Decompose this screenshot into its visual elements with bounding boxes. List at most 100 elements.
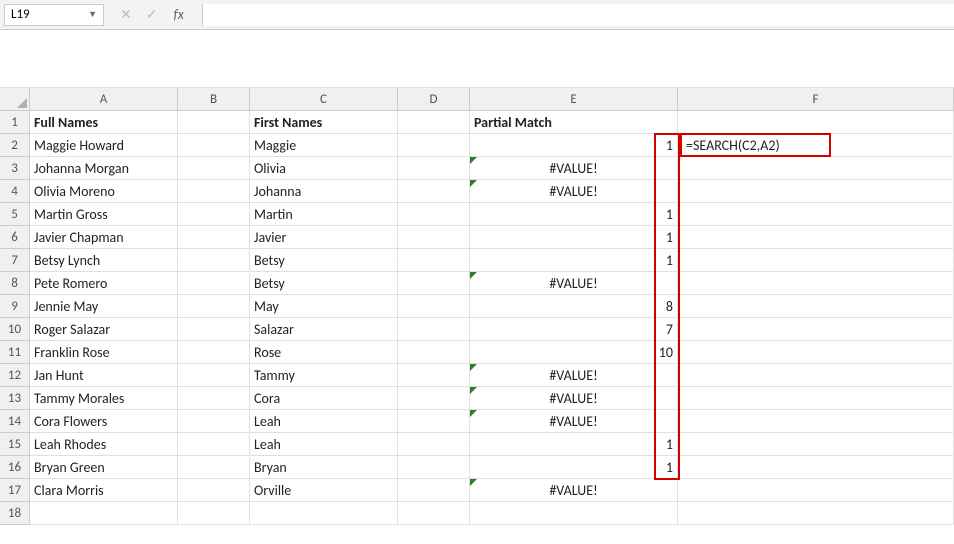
cell-C1[interactable]: First Names xyxy=(250,111,398,134)
col-header-C[interactable]: C xyxy=(250,88,398,111)
fx-icon[interactable]: fx xyxy=(173,6,183,23)
cell-B1[interactable] xyxy=(178,111,250,134)
cell-A17[interactable]: Clara Morris xyxy=(30,479,178,502)
cell-B9[interactable] xyxy=(178,295,250,318)
cell-A11[interactable]: Franklin Rose xyxy=(30,341,178,364)
cell-A8[interactable]: Pete Romero xyxy=(30,272,178,295)
cell-F3[interactable] xyxy=(678,157,954,180)
cell-B16[interactable] xyxy=(178,456,250,479)
cell-C12[interactable]: Tammy xyxy=(250,364,398,387)
cell-B7[interactable] xyxy=(178,249,250,272)
cell-D8[interactable] xyxy=(398,272,470,295)
cell-E14[interactable]: #VALUE! xyxy=(470,410,678,433)
row-header-8[interactable]: 8 xyxy=(0,272,30,295)
cell-E4[interactable]: #VALUE! xyxy=(470,180,678,203)
cell-B17[interactable] xyxy=(178,479,250,502)
cell-A2[interactable]: Maggie Howard xyxy=(30,134,178,157)
cell-A9[interactable]: Jennie May xyxy=(30,295,178,318)
cell-D16[interactable] xyxy=(398,456,470,479)
cell-D17[interactable] xyxy=(398,479,470,502)
cell-E13[interactable]: #VALUE! xyxy=(470,387,678,410)
cell-F9[interactable] xyxy=(678,295,954,318)
cell-F13[interactable] xyxy=(678,387,954,410)
cell-F7[interactable] xyxy=(678,249,954,272)
cell-B2[interactable] xyxy=(178,134,250,157)
row-header-3[interactable]: 3 xyxy=(0,157,30,180)
cell-A10[interactable]: Roger Salazar xyxy=(30,318,178,341)
cell-F1[interactable] xyxy=(678,111,954,134)
cell-E1[interactable]: Partial Match xyxy=(470,111,678,134)
cell-A14[interactable]: Cora Flowers xyxy=(30,410,178,433)
row-header-10[interactable]: 10 xyxy=(0,318,30,341)
cell-B15[interactable] xyxy=(178,433,250,456)
cell-F12[interactable] xyxy=(678,364,954,387)
cell-C4[interactable]: Johanna xyxy=(250,180,398,203)
row-header-18[interactable]: 18 xyxy=(0,502,30,525)
row-header-6[interactable]: 6 xyxy=(0,226,30,249)
cell-E6[interactable]: 1 xyxy=(470,226,678,249)
formula-input[interactable] xyxy=(202,4,954,26)
cell-C6[interactable]: Javier xyxy=(250,226,398,249)
row-header-14[interactable]: 14 xyxy=(0,410,30,433)
cell-C13[interactable]: Cora xyxy=(250,387,398,410)
cell-D9[interactable] xyxy=(398,295,470,318)
row-header-7[interactable]: 7 xyxy=(0,249,30,272)
cell-F11[interactable] xyxy=(678,341,954,364)
col-header-B[interactable]: B xyxy=(178,88,250,111)
chevron-down-icon[interactable]: ▼ xyxy=(88,9,97,20)
cell-A6[interactable]: Javier Chapman xyxy=(30,226,178,249)
row-header-12[interactable]: 12 xyxy=(0,364,30,387)
cell-E3[interactable]: #VALUE! xyxy=(470,157,678,180)
cell-C2[interactable]: Maggie xyxy=(250,134,398,157)
cell-D10[interactable] xyxy=(398,318,470,341)
row-header-11[interactable]: 11 xyxy=(0,341,30,364)
cell-D14[interactable] xyxy=(398,410,470,433)
cell-B12[interactable] xyxy=(178,364,250,387)
select-all-corner[interactable] xyxy=(0,88,30,111)
cell-C7[interactable]: Betsy xyxy=(250,249,398,272)
cell-A15[interactable]: Leah Rhodes xyxy=(30,433,178,456)
cell-C8[interactable]: Betsy xyxy=(250,272,398,295)
cell-A3[interactable]: Johanna Morgan xyxy=(30,157,178,180)
cell-F16[interactable] xyxy=(678,456,954,479)
cell-E11[interactable]: 10 xyxy=(470,341,678,364)
cell-E18[interactable] xyxy=(470,502,678,525)
cell-A1[interactable]: Full Names xyxy=(30,111,178,134)
cell-E7[interactable]: 1 xyxy=(470,249,678,272)
cell-B4[interactable] xyxy=(178,180,250,203)
row-header-4[interactable]: 4 xyxy=(0,180,30,203)
col-header-D[interactable]: D xyxy=(398,88,470,111)
col-header-F[interactable]: F xyxy=(678,88,954,111)
row-header-5[interactable]: 5 xyxy=(0,203,30,226)
row-header-17[interactable]: 17 xyxy=(0,479,30,502)
cell-A18[interactable] xyxy=(30,502,178,525)
name-box[interactable]: L19 ▼ xyxy=(4,4,104,26)
cell-E8[interactable]: #VALUE! xyxy=(470,272,678,295)
cell-E16[interactable]: 1 xyxy=(470,456,678,479)
cell-B11[interactable] xyxy=(178,341,250,364)
cell-A7[interactable]: Betsy Lynch xyxy=(30,249,178,272)
cell-B14[interactable] xyxy=(178,410,250,433)
cell-C5[interactable]: Martin xyxy=(250,203,398,226)
cell-B18[interactable] xyxy=(178,502,250,525)
cell-F18[interactable] xyxy=(678,502,954,525)
cell-F8[interactable] xyxy=(678,272,954,295)
cell-D12[interactable] xyxy=(398,364,470,387)
cell-E15[interactable]: 1 xyxy=(470,433,678,456)
cell-F10[interactable] xyxy=(678,318,954,341)
cell-C10[interactable]: Salazar xyxy=(250,318,398,341)
cancel-icon[interactable]: ✕ xyxy=(120,6,132,23)
cell-F2[interactable] xyxy=(678,134,954,157)
cell-C11[interactable]: Rose xyxy=(250,341,398,364)
spreadsheet-grid[interactable]: ABCDEF1Full NamesFirst NamesPartial Matc… xyxy=(0,88,954,525)
cell-D18[interactable] xyxy=(398,502,470,525)
cell-E12[interactable]: #VALUE! xyxy=(470,364,678,387)
col-header-A[interactable]: A xyxy=(30,88,178,111)
cell-C14[interactable]: Leah xyxy=(250,410,398,433)
cell-A5[interactable]: Martin Gross xyxy=(30,203,178,226)
cell-F17[interactable] xyxy=(678,479,954,502)
row-header-13[interactable]: 13 xyxy=(0,387,30,410)
cell-A16[interactable]: Bryan Green xyxy=(30,456,178,479)
cell-E5[interactable]: 1 xyxy=(470,203,678,226)
cell-F6[interactable] xyxy=(678,226,954,249)
